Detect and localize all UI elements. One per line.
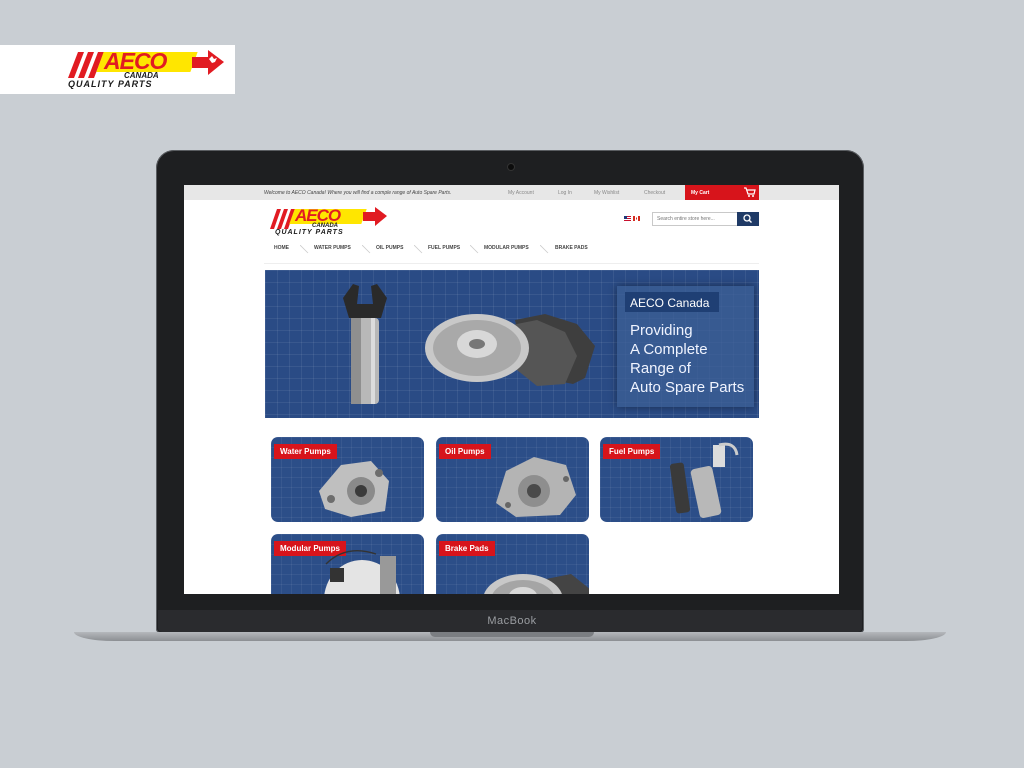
- nav-separator-icon: [414, 245, 423, 254]
- nav-water-pumps[interactable]: WATER PUMPS: [314, 245, 351, 251]
- brake-pads-image: [484, 574, 589, 594]
- laptop-notch: [430, 632, 594, 637]
- category-label: Fuel Pumps: [603, 444, 661, 459]
- brand-logo[interactable]: AECO CANADA QUALITY PARTS: [58, 48, 234, 90]
- search-box: [652, 212, 745, 226]
- category-modular-pumps[interactable]: Modular Pumps: [271, 534, 424, 594]
- site-logo-tagline: QUALITY PARTS: [275, 229, 344, 236]
- nav-home[interactable]: HOME: [274, 245, 289, 251]
- hero-banner[interactable]: AECO Canada Providing A Complete Range o…: [265, 270, 759, 418]
- device-label: MacBook: [487, 615, 537, 627]
- fuel-pump-image: [669, 442, 739, 518]
- search-button[interactable]: [737, 212, 759, 226]
- shopping-cart-icon: [744, 187, 756, 197]
- category-fuel-pumps[interactable]: Fuel Pumps: [600, 437, 753, 522]
- nav-brake-pads[interactable]: BRAKE PADS: [555, 245, 588, 251]
- oil-pump-image: [496, 457, 576, 517]
- my-cart-button[interactable]: My Cart: [685, 185, 759, 200]
- nav-divider: [264, 263, 759, 264]
- category-label: Oil Pumps: [439, 444, 491, 459]
- website-screen: Welcome to AECO Canada! Where you will f…: [184, 185, 839, 594]
- water-pump-image: [319, 461, 389, 517]
- my-account-link[interactable]: My Account: [508, 190, 534, 196]
- logo-tagline: QUALITY PARTS: [68, 79, 153, 89]
- nav-separator-icon: [470, 245, 479, 254]
- category-oil-pumps[interactable]: Oil Pumps: [436, 437, 589, 522]
- category-label: Brake Pads: [439, 541, 495, 556]
- hero-title-box: AECO Canada: [625, 292, 719, 312]
- nav-modular-pumps[interactable]: MODULAR PUMPS: [484, 245, 529, 251]
- search-input[interactable]: [653, 213, 745, 225]
- brand-logo-card: AECO CANADA QUALITY PARTS: [0, 45, 235, 94]
- category-water-pumps[interactable]: Water Pumps: [271, 437, 424, 522]
- welcome-message: Welcome to AECO Canada! Where you will f…: [264, 190, 452, 196]
- hero-line-4: Auto Spare Parts: [630, 379, 745, 396]
- search-icon: [743, 214, 752, 223]
- hero-line-1: Providing: [630, 322, 693, 339]
- hero-title: AECO Canada: [630, 296, 710, 310]
- hero-text-panel: AECO Canada Providing A Complete Range o…: [617, 286, 754, 407]
- nav-fuel-pumps[interactable]: FUEL PUMPS: [428, 245, 460, 251]
- nav-oil-pumps[interactable]: OIL PUMPS: [376, 245, 403, 251]
- modular-pump-image: [324, 550, 400, 594]
- hero-line-2: A Complete: [630, 341, 708, 358]
- nav-separator-icon: [540, 245, 549, 254]
- cart-label: My Cart: [691, 190, 710, 196]
- my-wishlist-link[interactable]: My Wishlist: [594, 190, 619, 196]
- canada-flag-icon[interactable]: [633, 216, 640, 221]
- driveshaft-yoke-image: [343, 284, 387, 404]
- checkout-link[interactable]: Checkout: [644, 190, 665, 196]
- logo-arrow-icon: [192, 50, 224, 75]
- nav-separator-icon: [362, 245, 371, 254]
- log-in-link[interactable]: Log In: [558, 190, 572, 196]
- camera-icon: [508, 164, 514, 170]
- site-logo[interactable]: AECO CANADA QUALITY PARTS: [266, 206, 406, 239]
- site-logo-arrow-icon: [363, 207, 387, 226]
- hero-line-3: Range of: [630, 360, 691, 377]
- site-topbar: Welcome to AECO Canada! Where you will f…: [184, 185, 839, 200]
- brake-rotor-pads-image: [425, 314, 595, 386]
- category-brake-pads[interactable]: Brake Pads: [436, 534, 589, 594]
- main-nav: HOME WATER PUMPS OIL PUMPS FUEL PUMPS MO…: [264, 245, 759, 259]
- us-flag-icon[interactable]: [624, 216, 631, 221]
- nav-separator-icon: [300, 245, 309, 254]
